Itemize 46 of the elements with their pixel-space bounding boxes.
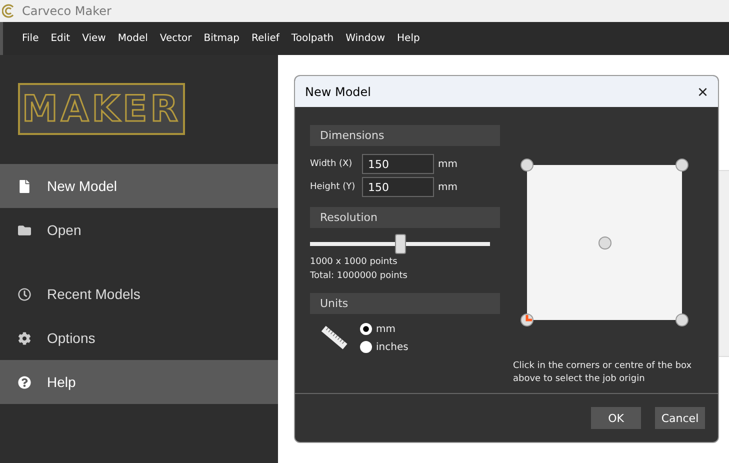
sidebar-item[interactable]: Options [0,316,278,360]
radio-option[interactable]: inches [360,341,408,353]
logo: MAKER [18,83,185,135]
unit-label: mm [438,158,458,170]
close-button[interactable]: × [697,82,708,100]
help-icon [18,376,31,388]
origin-point[interactable] [520,313,534,327]
ok-button[interactable]: OK [591,407,641,429]
cancel-button[interactable]: Cancel [655,407,705,429]
input-field[interactable]: 150 [362,177,434,197]
sidebar-item[interactable]: Open [0,208,278,252]
menu-item[interactable]: View [77,33,111,44]
window-title: Carveco Maker [22,4,112,18]
settings-icon [18,332,31,344]
file-icon [18,180,31,192]
section-heading: Dimensions [310,125,500,146]
menu-item[interactable]: Relief [246,33,284,44]
sidebar-item[interactable]: Help [0,360,278,404]
dialog-title: New Model [305,84,372,98]
radio-option[interactable]: mm [360,323,408,335]
menu-item[interactable]: Vector [154,33,197,44]
menu-item[interactable]: Model [112,33,153,44]
section-heading: Resolution [310,207,500,228]
field-label: Height (Y) [310,182,356,192]
hint-text: Click in the corners or centre of the box above to select the job origin [513,360,693,386]
field-label: Width (X) [310,159,354,169]
menu-item[interactable]: Edit [46,33,76,44]
folder-icon [18,224,31,236]
origin-point[interactable] [675,158,689,172]
app-logo-icon [2,4,16,18]
points-text: 1000 x 1000 points [310,257,398,267]
origin-point[interactable] [675,313,689,327]
clock-icon [18,288,31,300]
unit-label: mm [438,182,458,192]
menu-item[interactable]: File [17,33,44,44]
input-field[interactable]: 150 [362,154,434,174]
sidebar-item[interactable]: New Model [0,164,278,208]
origin-point[interactable] [520,158,534,172]
slider-thumb[interactable] [395,234,406,254]
menu-item[interactable]: Help [392,33,425,44]
menu-item[interactable]: Window [340,33,390,44]
total-text: Total: 1000000 points [310,271,408,281]
section-heading: Units [310,293,500,314]
menu-item[interactable]: Toolpath [286,33,339,44]
sidebar-item[interactable]: Recent Models [0,272,278,316]
menu-item[interactable]: Bitmap [198,33,245,44]
